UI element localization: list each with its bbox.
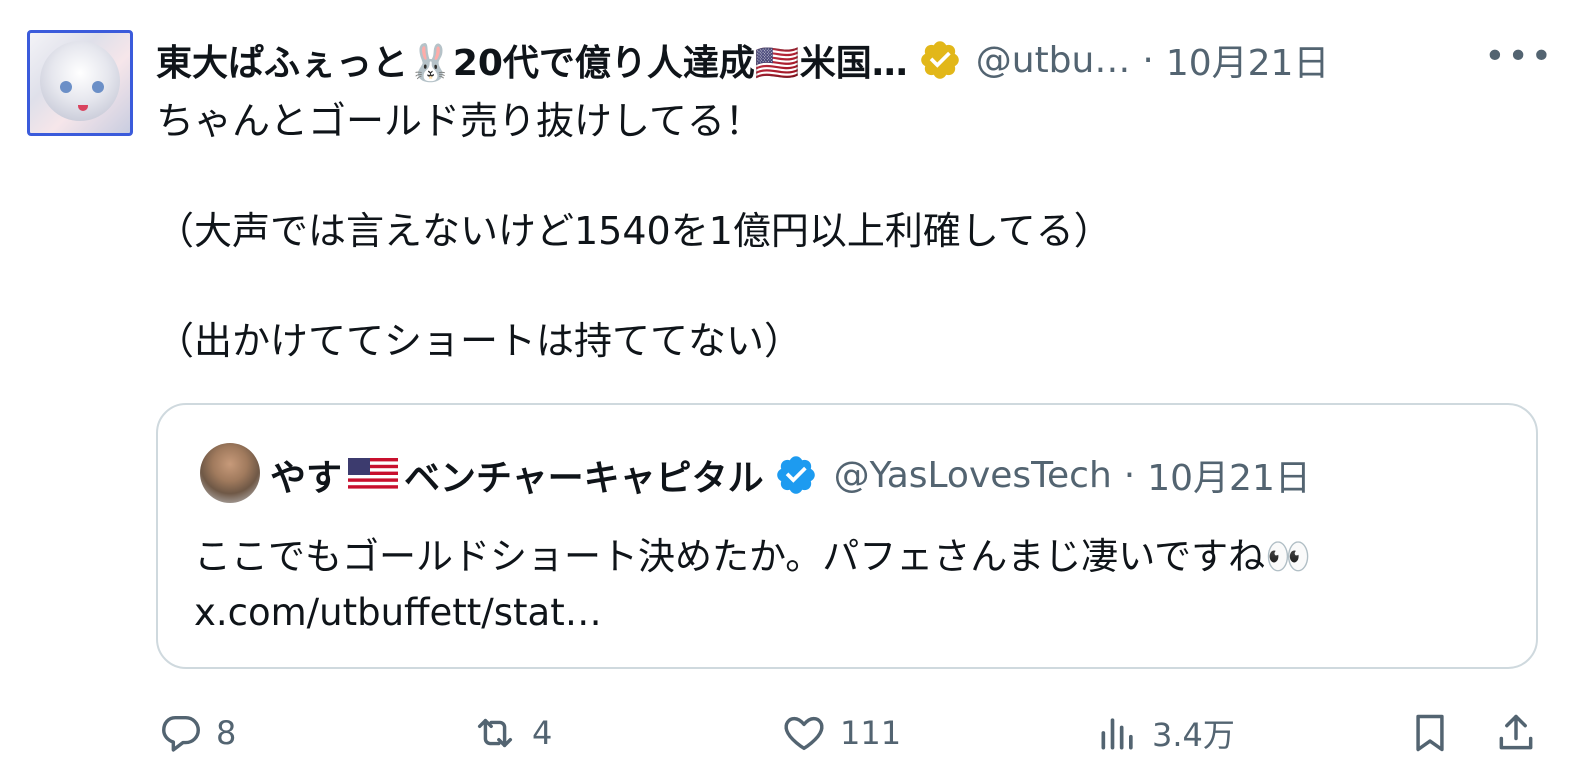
header-separator: · bbox=[1142, 39, 1154, 81]
quoted-author-handle[interactable]: @YasLovesTech bbox=[834, 455, 1112, 496]
author-handle[interactable]: @utbu… bbox=[976, 40, 1131, 81]
verified-blue-icon[interactable] bbox=[774, 453, 818, 497]
reply-count: 8 bbox=[216, 714, 237, 752]
quoted-tweet-text: ここでもゴールドショート決めたか。パフェさんまじ凄いですね👀 x.com/utb… bbox=[194, 529, 1514, 641]
like-icon bbox=[784, 716, 824, 751]
tweet-text: ちゃんとゴールド売り抜けしてる！ （大声では言えないけど1540を1億円以上利確… bbox=[156, 99, 1112, 363]
reply-button[interactable]: 8 bbox=[158, 700, 236, 766]
share-button[interactable] bbox=[1494, 700, 1538, 766]
views-button[interactable]: 3.4万 bbox=[1096, 700, 1235, 766]
quoted-author-name-part2[interactable]: ベンチャーキャピタル bbox=[404, 449, 764, 501]
quoted-tweet[interactable]: やす ベンチャーキャピタル @YasLovesTech · 10月21日 ここで… bbox=[156, 403, 1538, 669]
quoted-tweet-header: やす ベンチャーキャピタル @YasLovesTech · 10月21日 bbox=[270, 449, 1311, 501]
tweet-header: 東大ぱふぇっと🐰20代で億り人達成🇺🇸米国… @utbu… · 10月21日 bbox=[156, 34, 1329, 86]
quoted-link[interactable]: x.com/utbuffett/stat… bbox=[194, 585, 1514, 641]
reply-icon bbox=[162, 715, 200, 752]
more-icon[interactable]: ••• bbox=[1484, 36, 1554, 77]
avatar-eye-right bbox=[92, 81, 104, 93]
retweet-count: 4 bbox=[532, 714, 553, 752]
retweet-icon bbox=[477, 718, 513, 748]
share-icon bbox=[1499, 714, 1533, 750]
bookmark-button[interactable] bbox=[1408, 700, 1452, 766]
author-avatar[interactable] bbox=[27, 30, 133, 136]
like-count: 111 bbox=[840, 714, 902, 752]
quoted-author-avatar[interactable] bbox=[200, 443, 260, 503]
quoted-text-line: ここでもゴールドショート決めたか。パフェさんまじ凄いですね👀 bbox=[194, 535, 1312, 578]
views-count: 3.4万 bbox=[1152, 716, 1235, 754]
quoted-tweet-date[interactable]: 10月21日 bbox=[1147, 449, 1311, 501]
verified-gold-icon[interactable] bbox=[918, 38, 962, 82]
like-button[interactable]: 111 bbox=[780, 700, 901, 766]
views-icon bbox=[1101, 718, 1133, 750]
author-display-name[interactable]: 東大ぱふぇっと🐰20代で億り人達成🇺🇸米国… bbox=[156, 34, 908, 86]
quoted-header-separator: · bbox=[1123, 454, 1136, 496]
tweet-date[interactable]: 10月21日 bbox=[1166, 34, 1330, 86]
avatar-eye-left bbox=[60, 81, 72, 93]
action-bar: 8 4 111 3.4万 bbox=[0, 700, 1576, 766]
bookmark-icon bbox=[1416, 714, 1444, 752]
retweet-button[interactable]: 4 bbox=[470, 700, 552, 766]
quoted-author-name-part1[interactable]: やす bbox=[270, 449, 342, 501]
us-flag-icon bbox=[348, 458, 399, 492]
